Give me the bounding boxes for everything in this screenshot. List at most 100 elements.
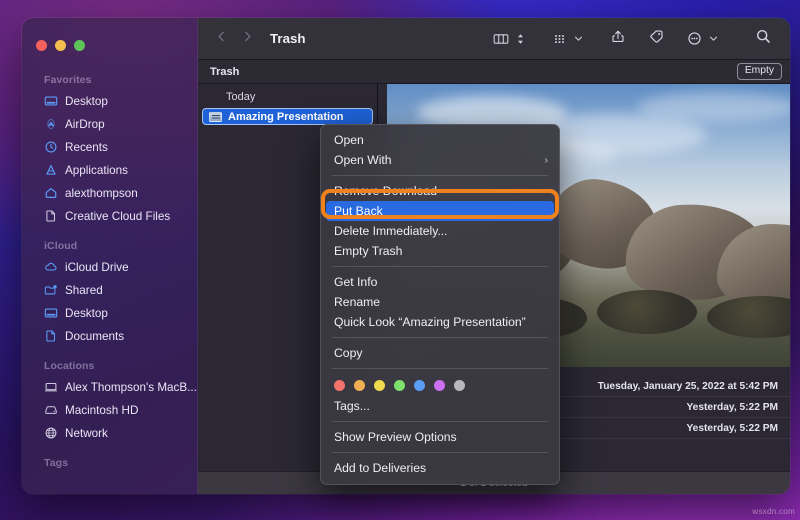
sidebar-section-tags-label: Tags <box>44 457 69 469</box>
search-button[interactable] <box>750 26 776 52</box>
sidebar-item-applications[interactable]: Applications <box>22 159 189 181</box>
menu-item-label: Empty Trash <box>334 244 403 258</box>
sidebar-item-recents[interactable]: Recents <box>22 136 189 158</box>
up-down-chevron-icon[interactable] <box>514 26 526 52</box>
sidebar-item-macintosh-hd[interactable]: Macintosh HD <box>22 399 189 421</box>
sidebar-item-network[interactable]: Network <box>22 422 189 444</box>
sidebar-titlebar <box>22 24 197 66</box>
toolbar: Trash <box>198 18 790 60</box>
watermark: wsxdn.com <box>752 507 795 516</box>
window-controls <box>36 39 85 51</box>
tag-color-green[interactable] <box>394 380 405 391</box>
globe-icon <box>43 426 58 441</box>
group-by-icon[interactable] <box>546 26 572 52</box>
menu-item-rename[interactable]: Rename <box>321 292 559 312</box>
group-by-control[interactable] <box>546 26 585 52</box>
sidebar-scroll[interactable]: Favorites Desktop AirDrop Recents Applic… <box>22 66 197 494</box>
sidebar-item-icloud-drive[interactable]: iCloud Drive <box>22 256 189 278</box>
sidebar-item-label: Recents <box>65 140 108 154</box>
back-button[interactable] <box>208 26 234 52</box>
chevron-left-icon <box>215 30 228 48</box>
sidebar-item-label: Shared <box>65 283 103 297</box>
menu-item-label: Quick Look “Amazing Presentation” <box>334 315 526 329</box>
context-menu[interactable]: Open Open With › Remove Download Put Bac… <box>320 124 560 485</box>
chevron-right-icon <box>241 30 254 48</box>
menu-separator <box>332 421 548 422</box>
tag-color-yellow[interactable] <box>374 380 385 391</box>
menu-item-show-preview-options[interactable]: Show Preview Options <box>321 427 559 447</box>
pathbar: Trash Empty <box>198 60 790 84</box>
sidebar-item-label: Desktop <box>65 306 108 320</box>
menu-item-label: Rename <box>334 295 381 309</box>
zoom-button[interactable] <box>74 39 85 51</box>
minimize-button[interactable] <box>55 39 66 51</box>
menu-item-quick-look[interactable]: Quick Look “Amazing Presentation” <box>321 312 559 332</box>
sidebar-item-label: Network <box>65 426 108 440</box>
group-header-today: Today <box>226 91 256 103</box>
menu-item-open-with[interactable]: Open With › <box>321 150 559 170</box>
tag-color-gray[interactable] <box>454 380 465 391</box>
menu-item-remove-download[interactable]: Remove Download <box>321 181 559 201</box>
sidebar-item-label: Applications <box>65 163 129 177</box>
menu-item-label: Show Preview Options <box>334 430 457 444</box>
menu-item-label: Put Back <box>334 204 383 218</box>
file-name-label: Amazing Presentation <box>228 110 344 123</box>
window-title: Trash <box>270 31 306 46</box>
sidebar-item-creative-cloud-files[interactable]: Creative Cloud Files <box>22 205 189 227</box>
menu-item-add-to-deliveries[interactable]: Add to Deliveries <box>321 458 559 478</box>
menu-separator <box>332 452 548 453</box>
column-view-icon[interactable] <box>488 26 514 52</box>
sidebar-item-macbook[interactable]: Alex Thompson's MacB... <box>22 376 197 398</box>
more-actions-control[interactable] <box>681 26 720 52</box>
menu-item-copy[interactable]: Copy <box>321 343 559 363</box>
document-icon <box>43 209 58 224</box>
menu-item-label: Tags... <box>334 399 370 413</box>
tag-color-red[interactable] <box>334 380 345 391</box>
empty-trash-button[interactable]: Empty <box>736 62 782 81</box>
forward-button[interactable] <box>234 26 260 52</box>
tag-color-orange[interactable] <box>354 380 365 391</box>
tag-color-purple[interactable] <box>434 380 445 391</box>
share-icon <box>611 29 625 49</box>
chevron-right-icon: › <box>544 154 548 166</box>
sidebar-item-label: Alex Thompson's MacB... <box>65 380 197 394</box>
sidebar-item-icloud-desktop[interactable]: Desktop <box>22 302 189 324</box>
close-button[interactable] <box>36 39 47 51</box>
sidebar-item-home[interactable]: alexthompson <box>22 182 189 204</box>
chevron-down-icon[interactable] <box>572 26 585 52</box>
breadcrumb[interactable]: Trash <box>210 66 239 78</box>
tag-button[interactable] <box>643 26 669 52</box>
menu-item-delete-immediately[interactable]: Delete Immediately... <box>321 221 559 241</box>
menu-item-empty-trash[interactable]: Empty Trash <box>321 241 559 261</box>
menu-item-put-back[interactable]: Put Back <box>326 201 554 221</box>
share-button[interactable] <box>605 26 631 52</box>
sidebar-section-locations-label: Locations <box>44 360 95 372</box>
shared-folder-icon <box>43 283 58 298</box>
menu-item-open[interactable]: Open <box>321 130 559 150</box>
tag-color-blue[interactable] <box>414 380 425 391</box>
sidebar-section-favorites-label: Favorites <box>44 74 92 86</box>
harddisk-icon <box>43 403 58 418</box>
recents-clock-icon <box>43 140 58 155</box>
tag-color-swatches[interactable] <box>321 374 559 396</box>
menu-item-label: Copy <box>334 346 363 360</box>
airdrop-icon <box>43 117 58 132</box>
menu-separator <box>332 337 548 338</box>
table-row[interactable]: Amazing Presentation <box>202 108 373 125</box>
desktop-icon <box>43 94 58 109</box>
sidebar-item-airdrop[interactable]: AirDrop <box>22 113 189 135</box>
document-icon <box>43 329 58 344</box>
menu-separator <box>332 266 548 267</box>
menu-item-tags[interactable]: Tags... <box>321 396 559 416</box>
sidebar-item-shared[interactable]: Shared <box>22 279 189 301</box>
menu-item-label: Delete Immediately... <box>334 224 448 238</box>
sidebar-item-label: alexthompson <box>65 186 138 200</box>
sidebar-item-desktop[interactable]: Desktop <box>22 90 189 112</box>
view-switcher[interactable] <box>488 26 526 52</box>
menu-item-label: Remove Download <box>334 184 437 198</box>
sidebar-item-label: iCloud Drive <box>65 260 129 274</box>
sidebar-item-documents[interactable]: Documents <box>22 325 189 347</box>
menu-item-get-info[interactable]: Get Info <box>321 272 559 292</box>
ellipsis-circle-icon[interactable] <box>681 26 707 52</box>
chevron-down-icon[interactable] <box>707 26 720 52</box>
